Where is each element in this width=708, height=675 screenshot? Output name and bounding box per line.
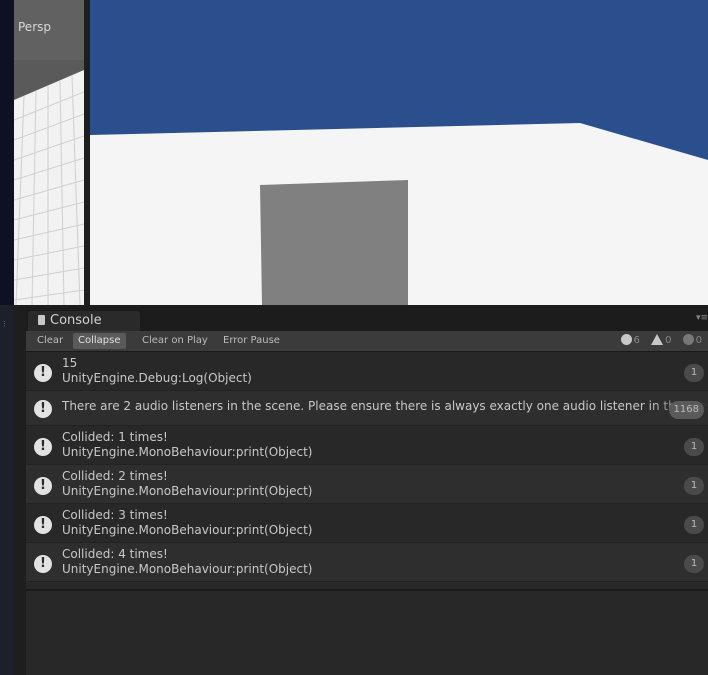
cube	[260, 180, 408, 305]
console-toolbar: Clear Collapse Clear on Play Error Pause…	[26, 331, 708, 352]
info-count: 6	[633, 335, 640, 346]
console-tab-bar: Console ▾≡	[26, 305, 708, 331]
info-icon: !	[34, 477, 52, 495]
persp-label[interactable]: Persp	[18, 20, 51, 34]
log-stack: UnityEngine.MonoBehaviour:print(Object)	[62, 445, 313, 459]
log-message: There are 2 audio listeners in the scene…	[62, 399, 708, 413]
info-icon: !	[34, 516, 52, 534]
log-message: Collided: 4 times!	[62, 547, 168, 561]
log-entry[interactable]: ! Collided: 2 times! UnityEngine.MonoBeh…	[26, 465, 708, 504]
mini-scene-view[interactable]: Persp	[14, 0, 84, 305]
log-entry[interactable]: ! Collided: 4 times! UnityEngine.MonoBeh…	[26, 543, 708, 582]
log-count-badge: 1	[684, 516, 704, 534]
info-icon: !	[34, 400, 52, 418]
warning-icon	[651, 334, 664, 345]
log-counters: 6 0 0	[613, 334, 702, 346]
log-count-badge: 1	[684, 555, 704, 573]
log-message: Collided: 3 times!	[62, 508, 168, 522]
log-count-badge: 1168	[668, 401, 704, 419]
log-message: Collided: 2 times!	[62, 469, 168, 483]
drag-handle-icon[interactable]: ⁝	[3, 320, 6, 330]
scene-view[interactable]	[90, 0, 708, 305]
log-message: 15	[62, 356, 78, 370]
log-entry[interactable]: ! Collided: 1 times! UnityEngine.MonoBeh…	[26, 426, 708, 465]
mini-grid-floor	[14, 70, 84, 305]
panel-menu-icon[interactable]: ▾≡	[696, 313, 708, 323]
log-entry[interactable]: ! There are 2 audio listeners in the sce…	[26, 391, 708, 426]
log-stack: UnityEngine.MonoBehaviour:print(Object)	[62, 523, 313, 537]
console-panel: Console ▾≡ Clear Collapse Clear on Play …	[14, 305, 708, 675]
left-panel-edge	[0, 305, 14, 675]
detail-pane-divider[interactable]	[26, 589, 708, 591]
info-icon	[620, 334, 632, 345]
error-icon	[682, 334, 694, 345]
error-count: 0	[695, 335, 702, 346]
log-stack: UnityEngine.Debug:Log(Object)	[62, 371, 252, 385]
log-stack: UnityEngine.MonoBehaviour:print(Object)	[62, 484, 313, 498]
clear-button[interactable]: Clear	[32, 333, 68, 349]
log-count-badge: 1	[684, 364, 704, 382]
warning-filter-toggle[interactable]: 0	[651, 334, 671, 346]
log-stack: UnityEngine.MonoBehaviour:print(Object)	[62, 562, 313, 576]
error-filter-toggle[interactable]: 0	[682, 334, 702, 346]
collapse-toggle[interactable]: Collapse	[73, 333, 126, 349]
clear-on-play-toggle[interactable]: Clear on Play	[137, 333, 213, 349]
log-count-badge: 1	[684, 438, 704, 456]
left-edge-strip: ⁝	[0, 0, 14, 675]
info-icon: !	[34, 364, 52, 382]
info-filter-toggle[interactable]: 6	[620, 334, 640, 346]
console-tab-label: Console	[50, 313, 102, 328]
error-pause-toggle[interactable]: Error Pause	[218, 333, 285, 349]
log-message: Collided: 1 times!	[62, 430, 168, 444]
info-icon: !	[34, 438, 52, 456]
console-tab[interactable]: Console	[28, 311, 140, 331]
console-icon	[38, 315, 45, 325]
log-entry[interactable]: ! 15 UnityEngine.Debug:Log(Object) 1	[26, 352, 708, 391]
log-list: ! 15 UnityEngine.Debug:Log(Object) 1 ! T…	[26, 352, 708, 582]
log-entry[interactable]: ! Collided: 3 times! UnityEngine.MonoBeh…	[26, 504, 708, 543]
info-icon: !	[34, 555, 52, 573]
log-count-badge: 1	[684, 477, 704, 495]
warning-count: 0	[665, 335, 672, 346]
